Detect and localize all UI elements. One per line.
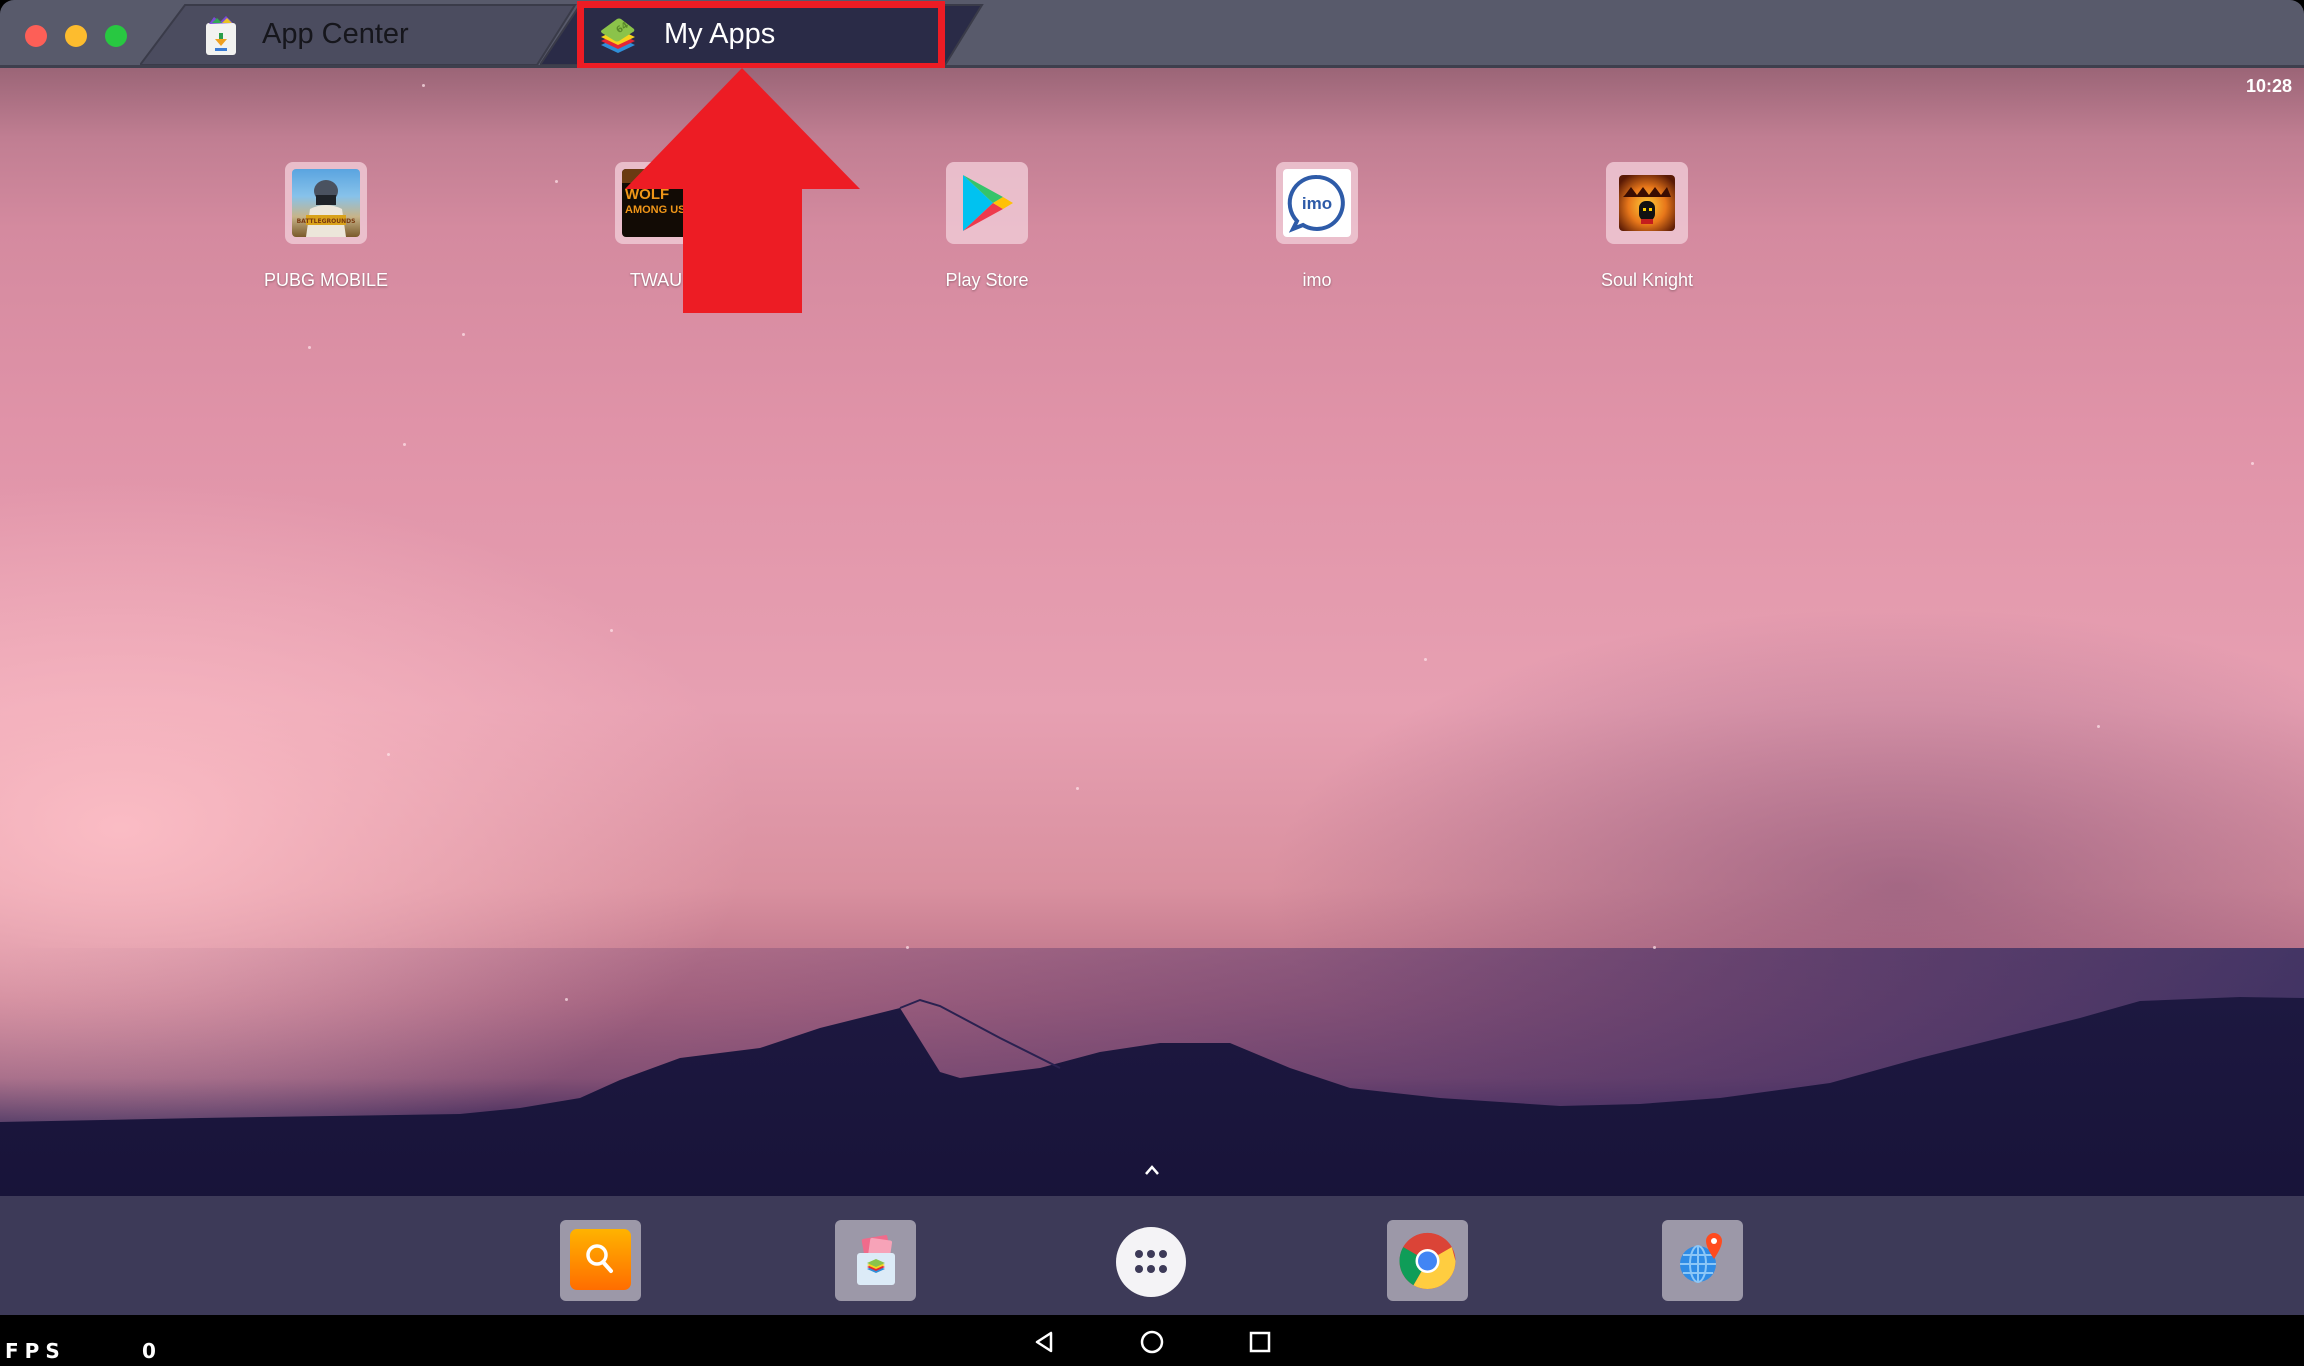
dock-media-manager-button[interactable] <box>835 1220 916 1301</box>
zoom-window-button[interactable] <box>105 25 127 47</box>
tab-app-center-label: App Center <box>262 18 409 50</box>
app-imo[interactable]: imo imo <box>1217 162 1417 291</box>
app-play-store[interactable]: Play Store <box>887 162 1087 291</box>
star <box>1653 946 1656 949</box>
app-soul-knight[interactable]: Soul Knight <box>1547 162 1747 291</box>
chevron-up-icon[interactable] <box>1140 1162 1164 1178</box>
dock-chrome-button[interactable] <box>1387 1220 1468 1301</box>
star <box>906 946 909 949</box>
bluestacks-icon: 64 <box>601 18 635 53</box>
home-icon[interactable] <box>1139 1329 1165 1355</box>
android-home-screen: 10:28 BATTLEGROUNDS PUBG MOBILE WOLF AMO… <box>0 68 2304 1315</box>
app-label: TWAU <box>629 270 683 290</box>
star <box>610 629 613 632</box>
app-pubg-mobile[interactable]: BATTLEGROUNDS PUBG MOBILE <box>226 162 426 291</box>
dock-location-button[interactable] <box>1662 1220 1743 1301</box>
star <box>387 753 390 756</box>
status-bar-clock: 10:28 <box>2245 76 2292 96</box>
play-store-icon <box>953 169 1021 237</box>
app-tile: imo <box>1276 162 1358 244</box>
tab-my-apps[interactable]: 64 My Apps <box>540 4 985 65</box>
tab-my-apps-label: My Apps <box>664 18 776 50</box>
star <box>403 443 406 446</box>
star <box>2251 462 2254 465</box>
soul-knight-icon <box>1619 175 1675 231</box>
globe-location-icon <box>1672 1229 1733 1290</box>
star <box>1424 658 1427 661</box>
star <box>2097 725 2100 728</box>
fps-label: FPS <box>5 1339 66 1363</box>
imo-icon: imo <box>1283 169 1351 237</box>
fps-value: 0 <box>142 1339 156 1363</box>
close-window-button[interactable] <box>25 25 47 47</box>
app-center-icon <box>206 16 236 55</box>
star <box>565 998 568 1001</box>
app-drawer-button[interactable] <box>1116 1227 1186 1297</box>
pubg-mobile-icon: BATTLEGROUNDS <box>292 169 360 237</box>
back-icon[interactable] <box>1032 1329 1058 1355</box>
svg-text:AMONG US: AMONG US <box>625 204 686 216</box>
search-icon <box>570 1229 631 1290</box>
app-label: Soul Knight <box>1600 270 1694 290</box>
app-label: imo <box>1302 270 1332 290</box>
svg-text:BATTLEGROUNDS: BATTLEGROUNDS <box>297 218 356 225</box>
android-nav-bar: FPS 0 <box>0 1315 2304 1366</box>
app-label: PUBG MOBILE <box>263 270 389 290</box>
app-label: Play Store <box>945 270 1029 290</box>
star <box>462 333 465 336</box>
wolf-among-us-icon: WOLF AMONG US <box>622 169 690 237</box>
dock-search-button[interactable] <box>560 1220 641 1301</box>
chrome-icon <box>1397 1229 1458 1290</box>
app-twau[interactable]: WOLF AMONG US TWAU <box>556 162 756 291</box>
star <box>1076 787 1079 790</box>
star <box>422 84 425 87</box>
app-tile <box>1606 162 1688 244</box>
app-tile <box>946 162 1028 244</box>
recents-icon[interactable] <box>1247 1329 1273 1355</box>
minimize-window-button[interactable] <box>65 25 87 47</box>
dock <box>0 1196 2304 1315</box>
media-folder-icon <box>845 1229 906 1290</box>
tab-app-center[interactable]: App Center <box>140 4 580 65</box>
star <box>308 346 311 349</box>
app-tile: BATTLEGROUNDS <box>285 162 367 244</box>
title-bar: App Center 64 My Apps <box>0 0 2304 70</box>
app-tile: WOLF AMONG US <box>615 162 697 244</box>
svg-text:WOLF: WOLF <box>625 186 669 203</box>
svg-text:imo: imo <box>1302 194 1332 213</box>
